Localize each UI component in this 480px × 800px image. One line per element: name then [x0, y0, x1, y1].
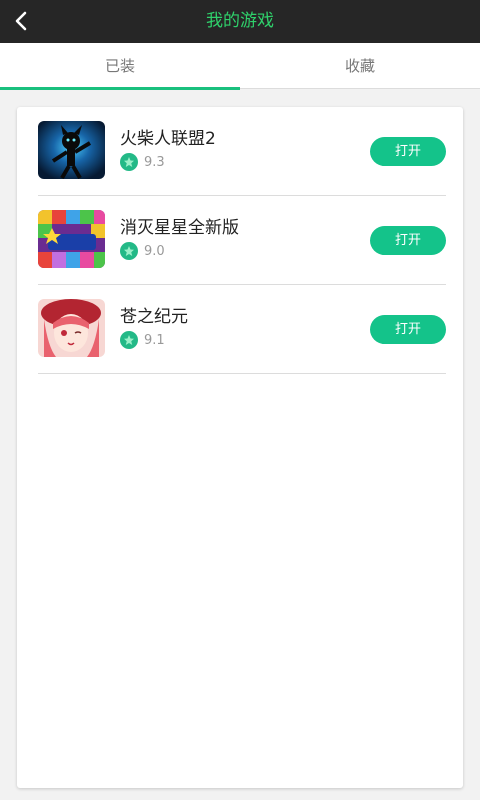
star-icon [120, 331, 138, 349]
game-rating: 9.3 [120, 153, 165, 171]
game-list-item[interactable]: 苍之纪元 9.1 打开 [38, 285, 446, 374]
open-game-button[interactable]: 打开 [370, 226, 446, 255]
rating-value: 9.3 [144, 154, 165, 170]
star-icon [120, 242, 138, 260]
game-name: 消灭星星全新版 [120, 218, 239, 238]
game-rating: 9.1 [120, 331, 165, 349]
stickman-league-game-icon [38, 121, 105, 179]
game-name: 苍之纪元 [120, 307, 188, 327]
rating-value: 9.1 [144, 332, 165, 348]
game-list-item[interactable]: 火柴人联盟2 9.3 打开 [38, 107, 446, 196]
anime-girl-game-icon [38, 299, 105, 357]
game-rating: 9.0 [120, 242, 165, 260]
star-icon [120, 153, 138, 171]
game-list-item[interactable]: 消灭星星全新版 9.0 打开 [38, 196, 446, 285]
page-title: 我的游戏 [206, 11, 274, 31]
game-name: 火柴人联盟2 [120, 129, 216, 149]
tab-favorites[interactable]: 收藏 [240, 43, 480, 89]
games-card: 火柴人联盟2 9.3 打开 消灭星星全新版 9.0 打开 苍之纪元 9.1 打开 [17, 107, 463, 788]
open-game-button[interactable]: 打开 [370, 315, 446, 344]
top-bar: 我的游戏 [0, 0, 480, 43]
rating-value: 9.0 [144, 243, 165, 259]
tab-bar: 已装 收藏 [0, 43, 480, 90]
popstar-game-icon [38, 210, 105, 268]
open-game-button[interactable]: 打开 [370, 137, 446, 166]
tab-installed[interactable]: 已装 [0, 43, 240, 90]
